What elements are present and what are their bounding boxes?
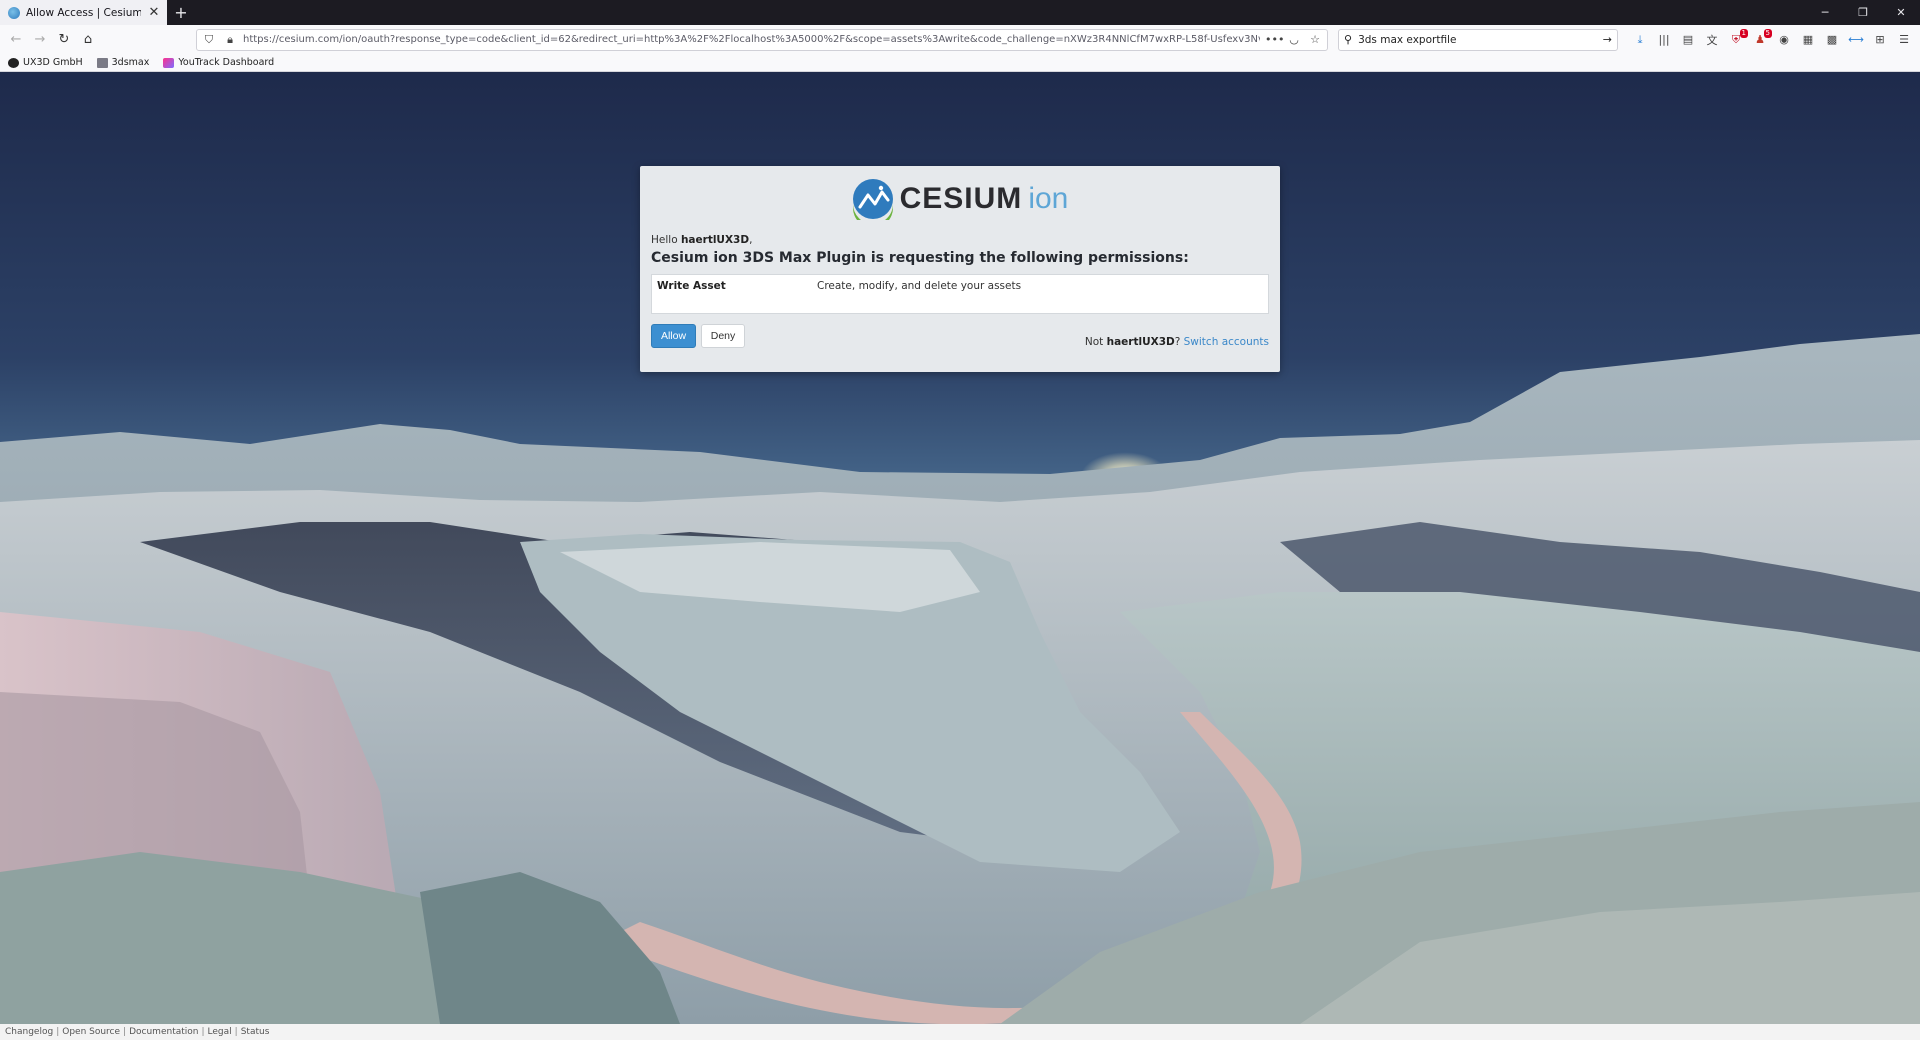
logo-ion: ion — [1028, 182, 1069, 215]
authorize-card: CESIUM ion Hello haertlUX3D, Cesium ion … — [640, 166, 1280, 372]
footer-link-legal[interactable]: Legal — [208, 1027, 232, 1037]
tracking-shield-icon[interactable]: ⛉ — [201, 33, 217, 47]
logo-wordmark: CESIUM — [899, 182, 1023, 215]
home-icon[interactable]: ⌂ — [78, 30, 98, 50]
tab-active[interactable]: Allow Access | Cesium ion ✕ — [0, 0, 167, 25]
downloads-icon[interactable]: ⤓ — [1630, 30, 1650, 50]
permission-row: Write Asset Create, modify, and delete y… — [651, 274, 1269, 314]
toolbar-icons: ⤓ ||| ▤ 文 ⛨ 1 ♟ 5 ◉ ▦ ▩ ⟷ ⊞ ☰ — [1630, 28, 1914, 50]
bookmark-item[interactable]: UX3D GmbH — [8, 57, 83, 68]
tab-title: Allow Access | Cesium ion — [26, 6, 141, 19]
allow-button[interactable]: Allow — [651, 324, 696, 348]
footer-link-changelog[interactable]: Changelog — [5, 1027, 53, 1037]
page-footer: Changelog | Open Source | Documentation | L… — [0, 1024, 1920, 1040]
permission-description: Create, modify, and delete your assets — [817, 280, 1022, 292]
search-query[interactable]: 3ds max exportfile — [1358, 34, 1597, 46]
request-heading: Cesium ion 3DS Max Plugin is requesting … — [651, 250, 1189, 266]
auth-actions: Allow Deny Not haertlUX3D? Switch accoun… — [651, 324, 1269, 348]
bookmark-item[interactable]: YouTrack Dashboard — [163, 57, 274, 68]
switch-accounts-link[interactable]: Switch accounts — [1184, 336, 1269, 348]
youtrack-icon — [163, 57, 175, 68]
url-bar[interactable]: ⛉ 🔒︎ https://cesium.com/ion/oauth?respon… — [196, 28, 1328, 51]
github-icon — [8, 57, 19, 68]
extension-tiles-icon[interactable]: ▩ — [1822, 30, 1842, 50]
url-text[interactable]: https://cesium.com/ion/oauth?response_ty… — [243, 34, 1260, 45]
restore-icon[interactable]: ❐ — [1844, 0, 1882, 25]
close-window-icon[interactable]: ✕ — [1882, 0, 1920, 25]
search-bar[interactable]: ⚲ 3ds max exportfile → — [1338, 28, 1618, 51]
hamburger-menu-icon[interactable]: ☰ — [1894, 30, 1914, 50]
window-controls: ─ ❐ ✕ — [1806, 0, 1920, 25]
not-user-text: Not haertlUX3D? Switch accounts — [1084, 336, 1269, 348]
new-tab-icon[interactable]: + — [167, 0, 195, 25]
reload-icon[interactable]: ↻ — [54, 30, 74, 50]
cesium-logo-icon — [852, 179, 893, 220]
page-actions-icon[interactable]: ••• — [1265, 33, 1284, 46]
nav-toolbar: ← → ↻ ⌂ ⛉ 🔒︎ https://cesium.com/ion/oaut… — [0, 25, 1920, 54]
bookmark-star-icon[interactable]: ☆ — [1307, 33, 1323, 46]
footer-link-status[interactable]: Status — [241, 1027, 270, 1037]
folder-icon — [96, 57, 108, 68]
search-go-icon[interactable]: → — [1603, 33, 1612, 46]
pocket-icon[interactable]: ◡ — [1286, 33, 1302, 46]
extension-people-icon[interactable]: ♟ 5 — [1750, 28, 1772, 50]
bookmarks-bar: UX3D GmbH 3dsmax YouTrack Dashboard — [0, 54, 1920, 72]
lock-icon[interactable]: 🔒︎ — [222, 33, 238, 47]
close-tab-icon[interactable]: ✕ — [147, 5, 161, 20]
extension-grid-icon[interactable]: ▦ — [1798, 30, 1818, 50]
account-icon[interactable]: ◉ — [1774, 30, 1794, 50]
back-icon[interactable]: ← — [6, 30, 26, 50]
deny-button[interactable]: Deny — [701, 324, 745, 348]
cesium-ion-logo: CESIUM ion — [651, 166, 1269, 224]
extension-translate-icon[interactable]: 文 — [1702, 30, 1722, 50]
bookmark-item[interactable]: 3dsmax — [96, 57, 149, 68]
page-background: CESIUM ion Hello haertlUX3D, Cesium ion … — [0, 72, 1920, 1024]
greeting: Hello haertlUX3D, — [651, 234, 753, 246]
permission-name: Write Asset — [657, 280, 726, 292]
tab-strip: Allow Access | Cesium ion ✕ + ─ ❐ ✕ — [0, 0, 1920, 25]
library-icon[interactable]: ||| — [1654, 30, 1674, 50]
footer-link-open-source[interactable]: Open Source — [62, 1027, 120, 1037]
search-icon: ⚲ — [1344, 33, 1353, 46]
cesium-favicon-icon — [8, 6, 20, 19]
extension-shield-icon[interactable]: ⛨ 1 — [1726, 28, 1748, 50]
minimize-icon[interactable]: ─ — [1806, 0, 1844, 25]
username: haertlUX3D — [680, 234, 750, 246]
footer-link-documentation[interactable]: Documentation — [129, 1027, 198, 1037]
forward-icon[interactable]: → — [30, 30, 50, 50]
sidebar-icon[interactable]: ▤ — [1678, 30, 1698, 50]
extensions-menu-icon[interactable]: ⊞ — [1870, 30, 1890, 50]
extension-translate-blue-icon[interactable]: ⟷ — [1846, 30, 1866, 50]
